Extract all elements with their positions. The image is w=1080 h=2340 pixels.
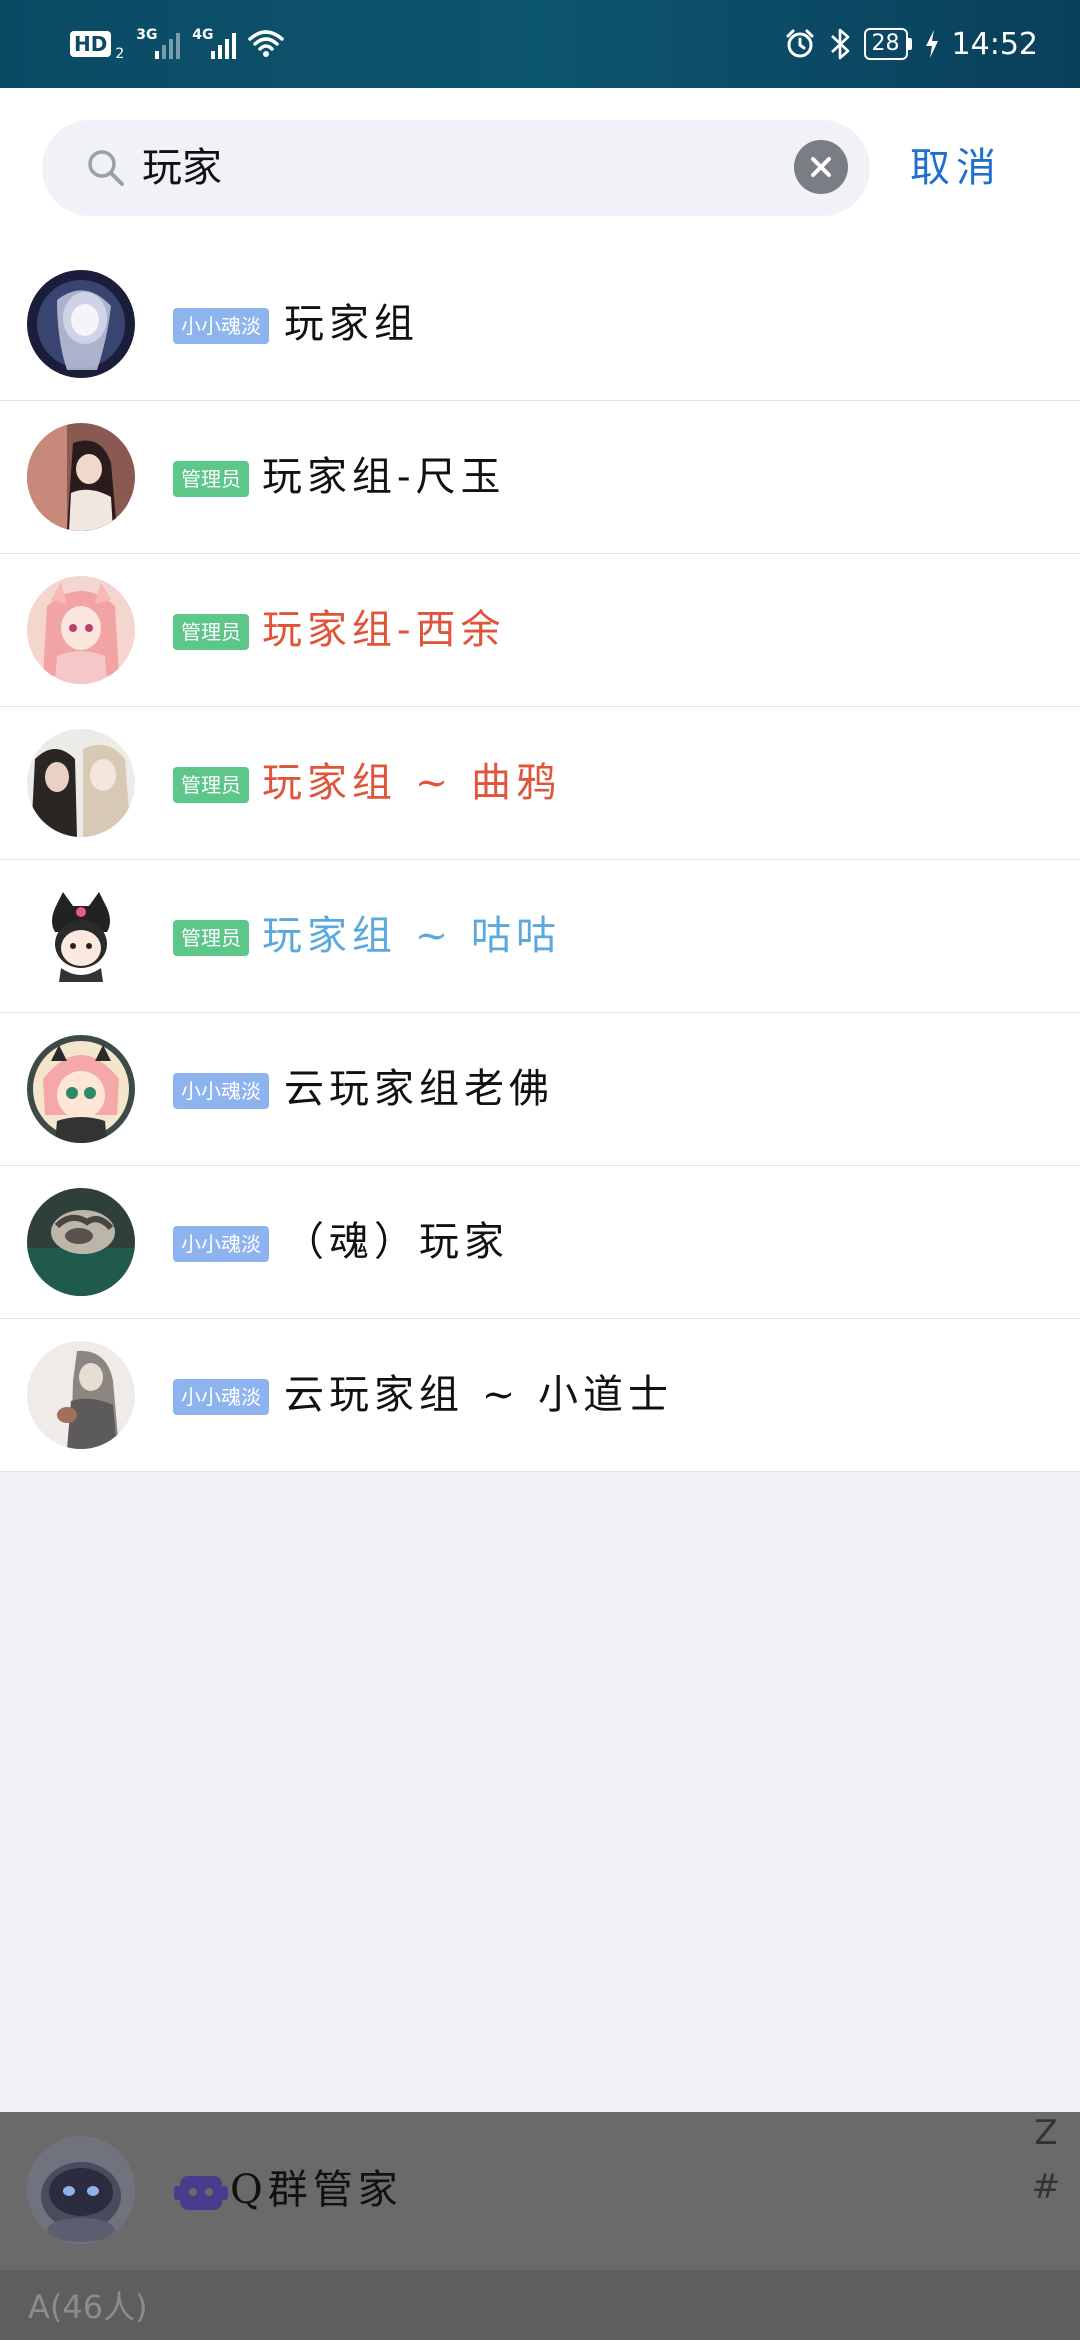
status-right: 28 14:52 <box>784 22 1038 66</box>
search-icon <box>88 150 124 186</box>
battery-level: 28 <box>863 28 908 60</box>
bluetooth-icon <box>830 28 849 60</box>
member-avatar <box>27 729 135 837</box>
member-name: 云玩家组老佛 <box>284 1066 554 1112</box>
member-list-item[interactable]: 小小魂淡 （魂）玩家 <box>0 1166 1080 1319</box>
member-title-badge: 小小魂淡 <box>173 1073 269 1109</box>
bot-avatar <box>27 2136 135 2244</box>
member-avatar <box>27 1188 135 1296</box>
signal-3g-icon: 3G <box>136 27 181 61</box>
member-title-badge: 小小魂淡 <box>173 1226 269 1262</box>
alarm-icon <box>786 29 814 58</box>
clock: 14:52 <box>951 26 1038 62</box>
hd-badge: HD <box>70 31 112 57</box>
status-bar: HD 2 3G 4G 28 14:52 <box>0 0 1080 88</box>
signal-4g-icon: 4G <box>192 27 237 61</box>
member-list-item[interactable]: 小小魂淡 玩家组 <box>0 248 1080 401</box>
admin-badge: 管理员 <box>173 614 249 650</box>
admin-badge: 管理员 <box>173 461 249 497</box>
status-left: HD 2 3G 4G <box>70 26 285 62</box>
member-title-badge: 小小魂淡 <box>173 308 269 344</box>
member-list-item[interactable]: 管理员 玩家组 ~ 曲鸦 <box>0 707 1080 860</box>
member-name: 玩家组 ~ 咕咕 <box>262 913 561 959</box>
bot-list-item[interactable]: Q群管家 <box>0 2112 1080 2270</box>
member-list-item[interactable]: 小小魂淡 云玩家组老佛 <box>0 1013 1080 1166</box>
member-avatar <box>27 576 135 684</box>
search-input[interactable] <box>142 138 722 198</box>
member-name: 玩家组-西余 <box>262 607 506 653</box>
member-avatar <box>27 423 135 531</box>
bot-name: Q群管家 <box>230 2167 403 2213</box>
member-list-item[interactable]: 管理员 玩家组-尺玉 <box>0 401 1080 554</box>
admin-badge: 管理员 <box>173 920 249 956</box>
member-list-item[interactable]: 管理员 玩家组-西余 <box>0 554 1080 707</box>
battery-tip <box>907 38 912 50</box>
hd-sub-label: 2 <box>115 46 125 62</box>
close-icon <box>811 157 831 177</box>
member-name: 玩家组 ~ 曲鸦 <box>262 760 561 806</box>
member-name: 玩家组 <box>284 301 419 347</box>
member-avatar <box>27 1341 135 1449</box>
search-box[interactable] <box>42 120 870 216</box>
charging-icon <box>925 30 938 58</box>
wifi-icon <box>248 30 285 57</box>
search-header: 取消 <box>0 88 1080 248</box>
member-name: 云玩家组 ~ 小道士 <box>284 1372 673 1418</box>
alphabet-index-bar[interactable]: Z # <box>1026 2106 1066 2214</box>
member-list-item[interactable]: 管理员 玩家组 ~ 咕咕 <box>0 860 1080 1013</box>
member-avatar <box>27 270 135 378</box>
section-header: A(46人) <box>0 2270 1080 2340</box>
index-letter-z[interactable]: Z <box>1034 2106 1057 2160</box>
signal-bars <box>155 33 181 59</box>
clear-search-button[interactable] <box>794 140 848 194</box>
member-avatar <box>27 1035 135 1143</box>
signal-bars <box>211 33 237 59</box>
admin-badge: 管理员 <box>173 767 249 803</box>
robot-icon <box>174 2176 228 2210</box>
member-name: 玩家组-尺玉 <box>262 454 506 500</box>
results-list: 小小魂淡 玩家组 管理员 玩家组-尺玉 管理员 玩家组-西余 管理员 玩家组 ~ 曲鸦 管理员玩… <box>0 248 1080 1472</box>
member-name: （魂）玩家 <box>284 1219 509 1265</box>
battery-indicator: 28 <box>863 28 912 60</box>
index-letter-hash[interactable]: # <box>1032 2160 1061 2214</box>
member-list-item[interactable]: 小小魂淡 云玩家组 ~ 小道士 <box>0 1319 1080 1472</box>
section-label: A(46人) <box>28 2288 148 2326</box>
member-avatar <box>27 882 135 990</box>
cancel-button[interactable]: 取消 <box>910 138 1060 198</box>
member-title-badge: 小小魂淡 <box>173 1379 269 1415</box>
